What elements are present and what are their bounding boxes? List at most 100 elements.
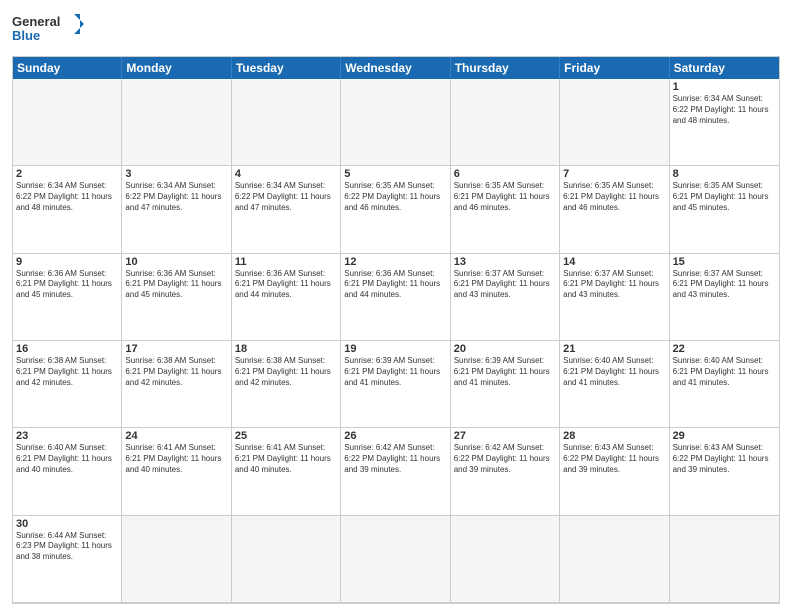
cal-cell: 8Sunrise: 6:35 AM Sunset: 6:21 PM Daylig… xyxy=(670,166,779,253)
day-number: 14 xyxy=(563,256,665,268)
day-info: Sunrise: 6:35 AM Sunset: 6:22 PM Dayligh… xyxy=(344,181,446,213)
day-number: 22 xyxy=(673,343,776,355)
cal-cell xyxy=(670,516,779,603)
svg-text:General: General xyxy=(12,14,60,29)
logo-svg: General Blue xyxy=(12,10,92,50)
cal-cell: 23Sunrise: 6:40 AM Sunset: 6:21 PM Dayli… xyxy=(13,428,122,515)
cal-cell: 24Sunrise: 6:41 AM Sunset: 6:21 PM Dayli… xyxy=(122,428,231,515)
day-info: Sunrise: 6:35 AM Sunset: 6:21 PM Dayligh… xyxy=(454,181,556,213)
cal-cell: 20Sunrise: 6:39 AM Sunset: 6:21 PM Dayli… xyxy=(451,341,560,428)
cal-cell xyxy=(451,516,560,603)
cal-cell: 12Sunrise: 6:36 AM Sunset: 6:21 PM Dayli… xyxy=(341,254,450,341)
cal-cell: 25Sunrise: 6:41 AM Sunset: 6:21 PM Dayli… xyxy=(232,428,341,515)
cal-cell: 9Sunrise: 6:36 AM Sunset: 6:21 PM Daylig… xyxy=(13,254,122,341)
logo: General Blue xyxy=(12,10,92,50)
day-info: Sunrise: 6:37 AM Sunset: 6:21 PM Dayligh… xyxy=(673,269,776,301)
day-number: 18 xyxy=(235,343,337,355)
day-number: 10 xyxy=(125,256,227,268)
day-number: 1 xyxy=(673,81,776,93)
day-number: 27 xyxy=(454,430,556,442)
cal-cell: 1Sunrise: 6:34 AM Sunset: 6:22 PM Daylig… xyxy=(670,79,779,166)
cal-cell: 4Sunrise: 6:34 AM Sunset: 6:22 PM Daylig… xyxy=(232,166,341,253)
cal-cell: 15Sunrise: 6:37 AM Sunset: 6:21 PM Dayli… xyxy=(670,254,779,341)
day-number: 28 xyxy=(563,430,665,442)
day-number: 19 xyxy=(344,343,446,355)
day-info: Sunrise: 6:38 AM Sunset: 6:21 PM Dayligh… xyxy=(235,356,337,388)
day-header-tuesday: Tuesday xyxy=(232,57,341,79)
cal-cell: 19Sunrise: 6:39 AM Sunset: 6:21 PM Dayli… xyxy=(341,341,450,428)
day-number: 2 xyxy=(16,168,118,180)
cal-cell: 17Sunrise: 6:38 AM Sunset: 6:21 PM Dayli… xyxy=(122,341,231,428)
cal-cell: 7Sunrise: 6:35 AM Sunset: 6:21 PM Daylig… xyxy=(560,166,669,253)
calendar-header: SundayMondayTuesdayWednesdayThursdayFrid… xyxy=(13,57,779,79)
day-info: Sunrise: 6:34 AM Sunset: 6:22 PM Dayligh… xyxy=(673,94,776,126)
cal-cell: 28Sunrise: 6:43 AM Sunset: 6:22 PM Dayli… xyxy=(560,428,669,515)
day-info: Sunrise: 6:40 AM Sunset: 6:21 PM Dayligh… xyxy=(673,356,776,388)
day-number: 30 xyxy=(16,518,118,530)
day-info: Sunrise: 6:42 AM Sunset: 6:22 PM Dayligh… xyxy=(454,443,556,475)
day-number: 20 xyxy=(454,343,556,355)
day-info: Sunrise: 6:40 AM Sunset: 6:21 PM Dayligh… xyxy=(16,443,118,475)
day-info: Sunrise: 6:40 AM Sunset: 6:21 PM Dayligh… xyxy=(563,356,665,388)
day-header-thursday: Thursday xyxy=(451,57,560,79)
day-number: 13 xyxy=(454,256,556,268)
cal-cell: 27Sunrise: 6:42 AM Sunset: 6:22 PM Dayli… xyxy=(451,428,560,515)
day-number: 23 xyxy=(16,430,118,442)
cal-cell xyxy=(13,79,122,166)
day-number: 7 xyxy=(563,168,665,180)
cal-cell: 2Sunrise: 6:34 AM Sunset: 6:22 PM Daylig… xyxy=(13,166,122,253)
cal-cell: 22Sunrise: 6:40 AM Sunset: 6:21 PM Dayli… xyxy=(670,341,779,428)
day-number: 9 xyxy=(16,256,118,268)
day-number: 21 xyxy=(563,343,665,355)
cal-cell: 5Sunrise: 6:35 AM Sunset: 6:22 PM Daylig… xyxy=(341,166,450,253)
day-header-monday: Monday xyxy=(122,57,231,79)
day-info: Sunrise: 6:36 AM Sunset: 6:21 PM Dayligh… xyxy=(235,269,337,301)
day-number: 12 xyxy=(344,256,446,268)
cal-cell: 21Sunrise: 6:40 AM Sunset: 6:21 PM Dayli… xyxy=(560,341,669,428)
day-info: Sunrise: 6:36 AM Sunset: 6:21 PM Dayligh… xyxy=(125,269,227,301)
cal-cell: 26Sunrise: 6:42 AM Sunset: 6:22 PM Dayli… xyxy=(341,428,450,515)
day-info: Sunrise: 6:41 AM Sunset: 6:21 PM Dayligh… xyxy=(235,443,337,475)
day-info: Sunrise: 6:41 AM Sunset: 6:21 PM Dayligh… xyxy=(125,443,227,475)
cal-cell: 10Sunrise: 6:36 AM Sunset: 6:21 PM Dayli… xyxy=(122,254,231,341)
cal-cell xyxy=(232,516,341,603)
cal-cell xyxy=(451,79,560,166)
day-number: 17 xyxy=(125,343,227,355)
day-info: Sunrise: 6:44 AM Sunset: 6:23 PM Dayligh… xyxy=(16,531,118,563)
day-number: 24 xyxy=(125,430,227,442)
cal-cell xyxy=(341,516,450,603)
day-info: Sunrise: 6:42 AM Sunset: 6:22 PM Dayligh… xyxy=(344,443,446,475)
cal-cell: 18Sunrise: 6:38 AM Sunset: 6:21 PM Dayli… xyxy=(232,341,341,428)
day-info: Sunrise: 6:43 AM Sunset: 6:22 PM Dayligh… xyxy=(563,443,665,475)
day-header-friday: Friday xyxy=(560,57,669,79)
day-info: Sunrise: 6:34 AM Sunset: 6:22 PM Dayligh… xyxy=(16,181,118,213)
day-header-saturday: Saturday xyxy=(670,57,779,79)
day-info: Sunrise: 6:35 AM Sunset: 6:21 PM Dayligh… xyxy=(673,181,776,213)
day-info: Sunrise: 6:34 AM Sunset: 6:22 PM Dayligh… xyxy=(235,181,337,213)
day-info: Sunrise: 6:38 AM Sunset: 6:21 PM Dayligh… xyxy=(16,356,118,388)
day-number: 25 xyxy=(235,430,337,442)
day-number: 3 xyxy=(125,168,227,180)
day-header-sunday: Sunday xyxy=(13,57,122,79)
calendar-body: 1Sunrise: 6:34 AM Sunset: 6:22 PM Daylig… xyxy=(13,79,779,603)
day-info: Sunrise: 6:35 AM Sunset: 6:21 PM Dayligh… xyxy=(563,181,665,213)
day-number: 8 xyxy=(673,168,776,180)
cal-cell xyxy=(560,516,669,603)
day-info: Sunrise: 6:39 AM Sunset: 6:21 PM Dayligh… xyxy=(344,356,446,388)
day-number: 15 xyxy=(673,256,776,268)
day-info: Sunrise: 6:36 AM Sunset: 6:21 PM Dayligh… xyxy=(344,269,446,301)
cal-cell xyxy=(232,79,341,166)
cal-cell: 29Sunrise: 6:43 AM Sunset: 6:22 PM Dayli… xyxy=(670,428,779,515)
day-info: Sunrise: 6:37 AM Sunset: 6:21 PM Dayligh… xyxy=(563,269,665,301)
cal-cell xyxy=(122,79,231,166)
day-number: 11 xyxy=(235,256,337,268)
cal-cell: 3Sunrise: 6:34 AM Sunset: 6:22 PM Daylig… xyxy=(122,166,231,253)
svg-text:Blue: Blue xyxy=(12,28,40,43)
day-info: Sunrise: 6:43 AM Sunset: 6:22 PM Dayligh… xyxy=(673,443,776,475)
cal-cell: 14Sunrise: 6:37 AM Sunset: 6:21 PM Dayli… xyxy=(560,254,669,341)
cal-cell xyxy=(122,516,231,603)
cal-cell xyxy=(560,79,669,166)
day-number: 29 xyxy=(673,430,776,442)
cal-cell: 13Sunrise: 6:37 AM Sunset: 6:21 PM Dayli… xyxy=(451,254,560,341)
day-info: Sunrise: 6:37 AM Sunset: 6:21 PM Dayligh… xyxy=(454,269,556,301)
